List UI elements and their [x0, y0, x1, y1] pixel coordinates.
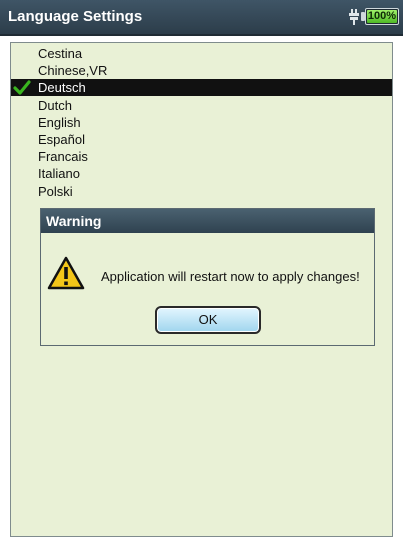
plug-icon: [349, 9, 359, 25]
language-item[interactable]: Italiano: [11, 165, 392, 182]
battery-indicator: 100%: [365, 8, 399, 25]
battery-percent: 100%: [367, 10, 397, 22]
device-screen: Language Settings 100% Cestina Chinese,VR…: [0, 0, 403, 537]
language-label: English: [38, 114, 81, 130]
page-title: Language Settings: [8, 8, 143, 25]
title-bar: Language Settings 100%: [0, 0, 403, 36]
language-item[interactable]: Chinese,VR: [11, 62, 392, 79]
language-item[interactable]: Deutsch: [11, 79, 392, 97]
ok-button[interactable]: OK: [155, 306, 261, 334]
language-label: Español: [38, 132, 85, 147]
language-label: Italiano: [38, 166, 80, 182]
dialog-title-bar: Warning: [41, 209, 374, 233]
language-item[interactable]: Cestina: [11, 45, 392, 62]
warning-dialog: Warning Application will restart now to …: [40, 208, 375, 346]
language-label: Cestina: [38, 46, 83, 61]
language-item[interactable]: Español: [11, 131, 392, 148]
language-label: Francais: [38, 149, 88, 165]
warning-icon: [47, 256, 85, 290]
language-item[interactable]: Polski: [11, 183, 392, 200]
language-item[interactable]: Dutch: [11, 97, 392, 114]
language-item[interactable]: English: [11, 114, 392, 131]
language-label: Dutch: [38, 97, 72, 113]
check-icon: [13, 80, 31, 95]
dialog-message: Application will restart now to apply ch…: [101, 269, 360, 284]
language-label: Polski: [38, 183, 73, 199]
language-label: Chinese,VR: [38, 63, 108, 79]
language-label: Deutsch: [38, 80, 86, 96]
language-item[interactable]: Francais: [11, 148, 392, 165]
dialog-title: Warning: [46, 213, 102, 229]
